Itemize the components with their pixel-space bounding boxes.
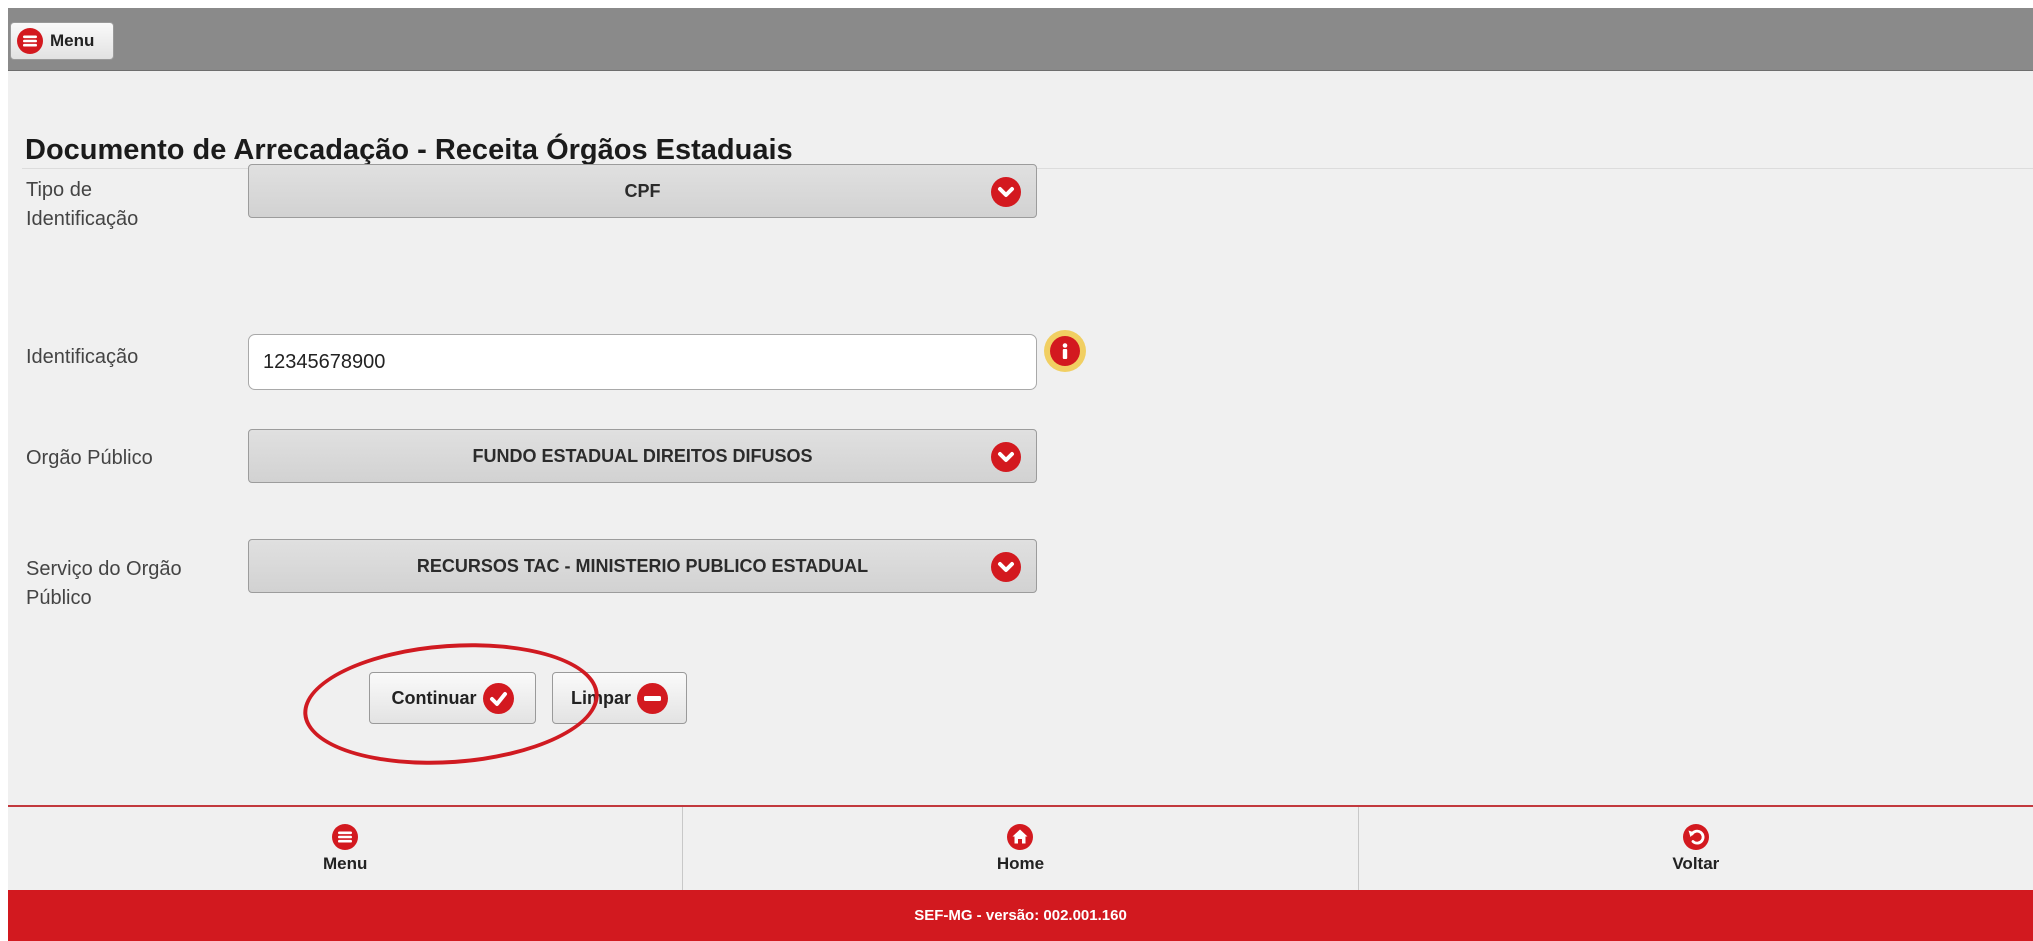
check-icon: [482, 682, 514, 714]
footer-nav-home-label: Home: [996, 854, 1045, 873]
servico-orgao-label: Serviço do Orgão Público: [26, 555, 182, 613]
footer-nav-voltar[interactable]: Voltar: [1359, 807, 2033, 891]
menu-icon: [17, 28, 43, 54]
minus-icon: [637, 682, 668, 714]
chevron-down-icon: [991, 552, 1021, 582]
page: Menu Documento de Arrecadação - Receita …: [8, 8, 2033, 941]
limpar-button[interactable]: Limpar: [552, 672, 687, 724]
tipo-identificacao-select[interactable]: CPF: [248, 164, 1037, 218]
back-arrow-icon: [1682, 824, 1709, 850]
orgao-publico-value: FUNDO ESTADUAL DIREITOS DIFUSOS: [472, 445, 813, 466]
tipo-identificacao-label-line2: Identificação: [26, 208, 139, 230]
menu-button-label: Menu: [50, 31, 95, 50]
identificacao-input[interactable]: [248, 334, 1037, 390]
version-text: SEF-MG - versão: 002.001.160: [914, 907, 1127, 924]
tipo-identificacao-label-line1: Tipo de: [26, 179, 92, 201]
orgao-publico-select[interactable]: FUNDO ESTADUAL DIREITOS DIFUSOS: [248, 429, 1037, 483]
version-bar: SEF-MG - versão: 002.001.160: [8, 890, 2033, 941]
tipo-identificacao-label: Tipo de Identificação: [26, 176, 138, 234]
continuar-button-label: Continuar: [391, 687, 477, 708]
orgao-publico-label: Orgão Público: [26, 447, 153, 469]
chevron-down-icon: [991, 177, 1021, 207]
footer-nav-voltar-label: Voltar: [1672, 854, 1720, 873]
servico-orgao-label-line2: Público: [26, 587, 92, 609]
footer-nav: Menu Home Voltar: [8, 805, 2033, 891]
servico-orgao-select[interactable]: RECURSOS TAC - MINISTERIO PUBLICO ESTADU…: [248, 539, 1037, 593]
footer-nav-menu-label: Menu: [322, 854, 368, 873]
info-icon-circle: [1050, 336, 1080, 366]
identificacao-label: Identificação: [26, 346, 139, 368]
servico-orgao-value: RECURSOS TAC - MINISTERIO PUBLICO ESTADU…: [416, 555, 869, 576]
chevron-down-icon: [991, 442, 1021, 472]
info-icon[interactable]: [1044, 330, 1086, 372]
page-title: Documento de Arrecadação - Receita Órgão…: [25, 134, 793, 166]
home-icon: [1007, 824, 1034, 850]
menu-icon: [332, 824, 359, 850]
footer-nav-home[interactable]: Home: [683, 807, 1359, 891]
tipo-identificacao-value: CPF: [624, 180, 661, 201]
menu-button[interactable]: Menu: [10, 22, 114, 60]
footer-nav-menu[interactable]: Menu: [8, 807, 684, 891]
top-bar: Menu: [8, 8, 2033, 71]
limpar-button-label: Limpar: [570, 687, 631, 708]
continuar-button[interactable]: Continuar: [369, 672, 536, 724]
servico-orgao-label-line1: Serviço do Orgão: [26, 558, 182, 580]
